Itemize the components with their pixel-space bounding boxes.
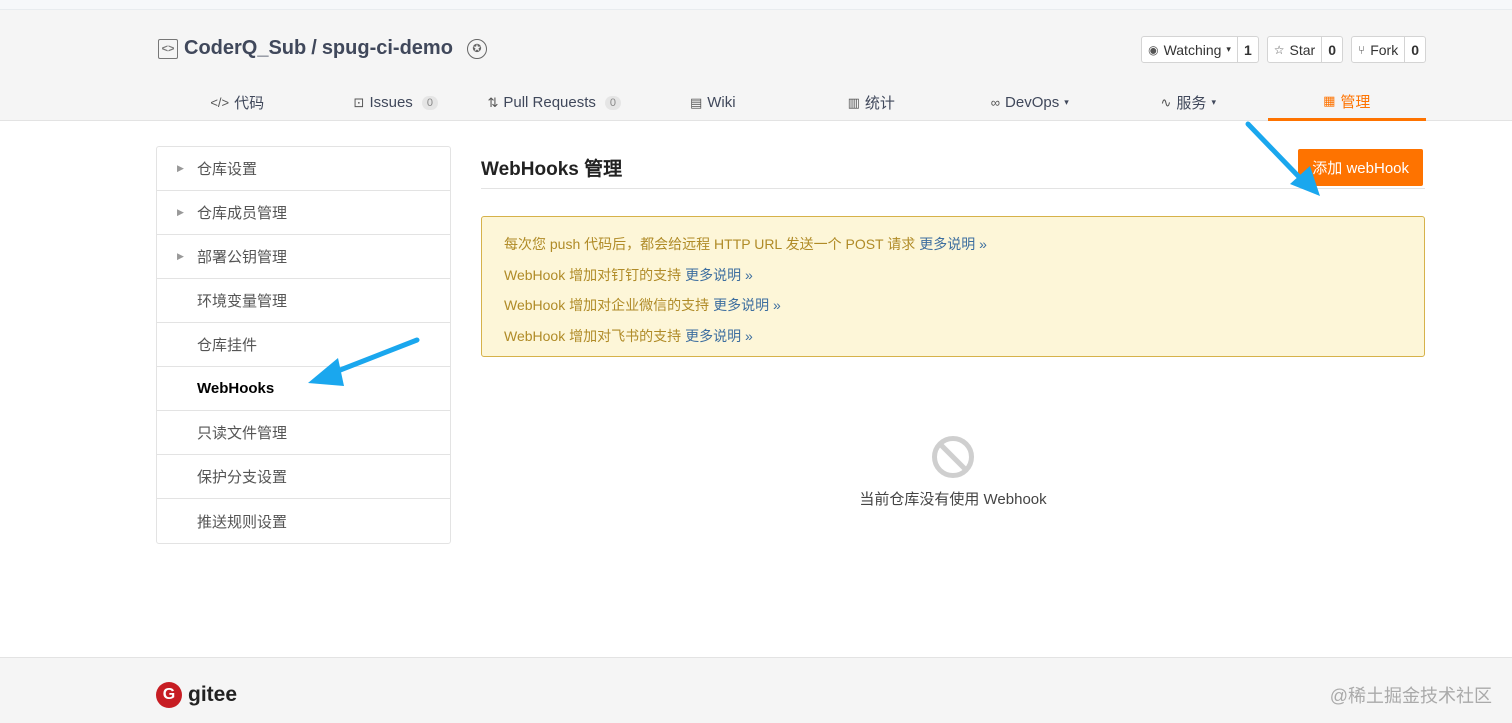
main-header: WebHooks 管理 添加 webHook — [481, 146, 1425, 189]
notice-line: WebHook 增加对钉钉的支持 更多说明 » — [504, 260, 1402, 291]
ban-icon — [932, 436, 974, 478]
manage-icon: ▦ — [1323, 93, 1336, 108]
watch-count[interactable]: 1 — [1238, 37, 1258, 62]
gitee-brand[interactable]: G gitee — [156, 682, 237, 708]
tab-stats[interactable]: ▥ 统计 — [792, 84, 951, 121]
sidebar-item-label: 环境变量管理 — [197, 293, 288, 310]
brand-name: gitee — [188, 683, 238, 706]
recommend-badge-icon[interactable]: ✪ — [466, 38, 487, 59]
tab-code[interactable]: </> 代码 — [158, 84, 317, 121]
pull-request-icon: ⇅ — [487, 94, 499, 110]
star-icon: ☆ — [1273, 42, 1285, 57]
more-info-link[interactable]: 更多说明 » — [685, 267, 753, 283]
more-info-link[interactable]: 更多说明 » — [919, 236, 987, 252]
sidebar-item-webhooks[interactable]: WebHooks — [157, 367, 450, 411]
chevron-down-icon: ▾ — [1211, 97, 1216, 107]
repo-title: <> CoderQ_Sub / spug-ci-demo ✪ — [158, 37, 487, 60]
top-strip — [0, 0, 1512, 10]
info-notice: 每次您 push 代码后，都会给远程 HTTP URL 发送一个 POST 请求… — [481, 216, 1425, 357]
repo-code-icon: <> — [158, 38, 178, 59]
fork-count[interactable]: 0 — [1405, 37, 1425, 62]
caret-right-icon: ▶ — [177, 163, 184, 173]
tab-label: 管理 — [1340, 93, 1371, 111]
empty-state-text: 当前仓库没有使用 Webhook — [859, 491, 1047, 508]
gitee-logo-icon: G — [156, 682, 182, 708]
star-label: Star — [1289, 41, 1316, 58]
notice-text: WebHook 增加对飞书的支持 — [504, 327, 682, 344]
more-info-link[interactable]: 更多说明 » — [685, 328, 753, 344]
sidebar-item-label: 推送规则设置 — [197, 513, 288, 531]
repo-tabs: </> 代码 ⊡ Issues 0 ⇅ Pull Requests 0 ▤ Wiki ▥ 统计… — [158, 84, 1426, 121]
issues-icon: ⊡ — [353, 94, 365, 110]
pr-count-badge: 0 — [604, 95, 622, 110]
sidebar-item-label: 部署公钥管理 — [197, 249, 288, 266]
tab-label: DevOps — [1005, 94, 1060, 111]
notice-line: WebHook 增加对飞书的支持 更多说明 » — [504, 321, 1402, 352]
code-icon: </> — [210, 95, 230, 110]
star-button[interactable]: ☆ Star 0 — [1266, 36, 1343, 63]
notice-text: WebHook 增加对企业微信的支持 — [504, 297, 710, 313]
tab-pull-requests[interactable]: ⇅ Pull Requests 0 — [475, 84, 634, 121]
sidebar-item-widgets[interactable]: 仓库挂件 — [157, 323, 450, 367]
more-info-link[interactable]: 更多说明 » — [713, 297, 781, 313]
notice-text: 每次您 push 代码后，都会给远程 HTTP URL 发送一个 POST 请求 — [504, 236, 916, 252]
sidebar-item-readonly-files[interactable]: 只读文件管理 — [157, 411, 450, 455]
repo-header: <> CoderQ_Sub / spug-ci-demo ✪ ◉ Watching… — [0, 10, 1512, 121]
watermark: @稀土掘金技术社区 — [1329, 686, 1492, 706]
sidebar-item-repo-settings[interactable]: ▶ 仓库设置 — [157, 147, 450, 191]
footer: G gitee @稀土掘金技术社区 — [0, 657, 1512, 723]
fork-icon: ⑂ — [1358, 42, 1366, 57]
repo-owner-link[interactable]: CoderQ_Sub — [184, 37, 306, 60]
empty-state: 当前仓库没有使用 Webhook — [481, 436, 1425, 509]
main-content: WebHooks 管理 添加 webHook 每次您 push 代码后，都会给远… — [481, 146, 1425, 508]
tab-issues[interactable]: ⊡ Issues 0 — [317, 84, 476, 121]
add-webhook-button[interactable]: 添加 webHook — [1298, 148, 1423, 186]
tab-label: 代码 — [234, 95, 265, 112]
repo-name-link[interactable]: spug-ci-demo — [322, 37, 453, 60]
tab-label: Pull Requests — [503, 94, 596, 111]
settings-sidebar: ▶ 仓库设置 ▶ 仓库成员管理 ▶ 部署公钥管理 环境变量管理 仓库挂件 WebHoo… — [156, 146, 451, 544]
eye-icon: ◉ — [1148, 42, 1159, 57]
repo-separator: / — [311, 37, 317, 59]
tab-label: Wiki — [707, 94, 736, 111]
issues-count-badge: 0 — [421, 95, 438, 110]
sidebar-item-deploy-keys[interactable]: ▶ 部署公钥管理 — [157, 235, 450, 279]
sidebar-item-label: 只读文件管理 — [197, 425, 288, 442]
notice-line: WebHook 增加对企业微信的支持 更多说明 » — [504, 290, 1402, 321]
sidebar-item-label: WebHooks — [197, 380, 275, 397]
page-title: WebHooks 管理 — [481, 158, 623, 180]
tab-label: 统计 — [864, 95, 895, 112]
fork-button[interactable]: ⑂ Fork 0 — [1351, 36, 1426, 63]
sidebar-item-label: 仓库挂件 — [197, 337, 258, 354]
sidebar-item-label: 仓库成员管理 — [197, 205, 288, 222]
wiki-icon: ▤ — [689, 94, 703, 110]
sidebar-item-label: 保护分支设置 — [197, 469, 288, 486]
tab-label: Issues — [369, 94, 413, 111]
devops-icon: ∞ — [990, 95, 1001, 110]
sidebar-item-label: 仓库设置 — [197, 161, 258, 178]
notice-line: 每次您 push 代码后，都会给远程 HTTP URL 发送一个 POST 请求… — [504, 229, 1402, 260]
notice-text: WebHook 增加对钉钉的支持 — [504, 266, 682, 283]
sidebar-item-members[interactable]: ▶ 仓库成员管理 — [157, 191, 450, 235]
tab-devops[interactable]: ∞ DevOps ▾ — [951, 84, 1110, 121]
sidebar-item-push-rules[interactable]: 推送规则设置 — [157, 499, 450, 543]
fork-label: Fork — [1370, 41, 1399, 58]
repo-actions: ◉ Watching ▾ 1 ☆ Star 0 ⑂ Fork 0 — [1141, 36, 1426, 63]
caret-right-icon: ▶ — [177, 251, 184, 261]
chevron-down-icon: ▾ — [1226, 44, 1231, 54]
chevron-down-icon: ▾ — [1064, 97, 1069, 107]
caret-right-icon: ▶ — [177, 207, 184, 217]
tab-wiki[interactable]: ▤ Wiki — [634, 84, 793, 121]
tab-manage[interactable]: ▦ 管理 — [1267, 84, 1426, 121]
watch-button[interactable]: ◉ Watching ▾ 1 — [1141, 36, 1259, 63]
service-icon: ∿ — [1160, 94, 1172, 110]
watch-label: Watching — [1163, 41, 1222, 58]
tab-label: 服务 — [1176, 95, 1207, 112]
sidebar-item-protected-branches[interactable]: 保护分支设置 — [157, 455, 450, 499]
stats-icon: ▥ — [847, 94, 860, 110]
tab-service[interactable]: ∿ 服务 ▾ — [1109, 84, 1268, 121]
star-count[interactable]: 0 — [1322, 37, 1342, 62]
sidebar-item-env-vars[interactable]: 环境变量管理 — [157, 279, 450, 323]
